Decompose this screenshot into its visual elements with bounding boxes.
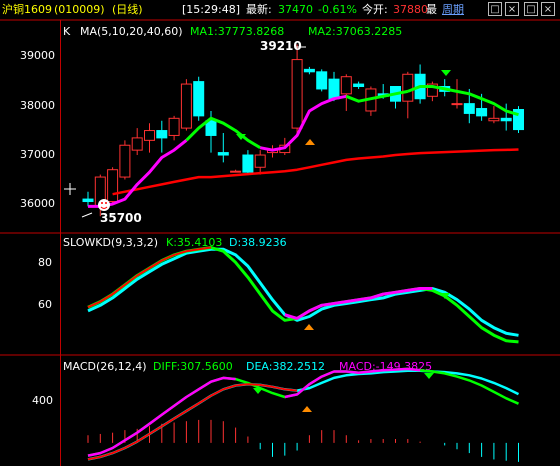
candle-body-17: [291, 59, 303, 129]
macd-diff-label: DIFF:307.5600: [153, 360, 233, 373]
macd-dea-label: DEA:382.2512: [246, 360, 325, 373]
chart-canvas: K MA(5,10,20,40,60) MA1:37773.8268 MA2:3…: [0, 19, 560, 466]
low-annotation: 35700: [81, 211, 142, 225]
kd-k-red-line: [87, 246, 212, 309]
candle-body-34: [500, 117, 512, 122]
ma2-label: MA2:37063.2285: [308, 25, 402, 38]
ma-params-label: MA(5,10,20,40,60): [80, 25, 183, 38]
macd-layer: [87, 367, 520, 462]
ma-fast-segment-2: [259, 94, 347, 152]
kd-y-tick-80: 80: [38, 256, 52, 269]
low-arrow-line: [81, 212, 93, 218]
macd-sell-arrow-icon-2: [424, 373, 434, 379]
kd-d-label: D:38.9236: [229, 236, 287, 249]
k-label: K: [63, 25, 71, 38]
macd-buy-arrow-icon: [302, 406, 312, 412]
candle-body-11: [217, 152, 229, 156]
candle-body-26: [402, 73, 414, 102]
kd-k-line: [87, 246, 519, 344]
ma-slow-line: [112, 148, 519, 196]
y-tick-37000: 37000: [20, 148, 55, 161]
candle-body-2: [107, 169, 119, 203]
macd-y-tick-400: 400: [32, 394, 53, 407]
low-value-label: 35700: [100, 211, 142, 225]
candle-body-18: [303, 68, 315, 73]
sell-arrow-icon-2: [441, 70, 451, 76]
kd-y-tick-60: 60: [38, 298, 52, 311]
macd-diff-line: [87, 367, 520, 457]
candle-body-3: [119, 144, 131, 178]
kd-buy-arrow-icon: [304, 324, 314, 330]
candle-body-20: [328, 78, 340, 100]
ma1-label: MA1:37773.8268: [190, 25, 284, 38]
candle-body-6: [156, 130, 168, 139]
smiley-icon: [98, 199, 110, 211]
macd-dea-red-line: [87, 383, 298, 461]
kd-layer: [87, 246, 519, 344]
high-annotation: 39210: [260, 39, 306, 53]
candle-body-12: [230, 170, 242, 173]
y-tick-36000: 36000: [20, 197, 55, 210]
candle-body-32: [476, 108, 488, 117]
macd-dea-line: [87, 369, 520, 461]
candle-body-33: [488, 117, 500, 122]
high-value-label: 39210: [260, 39, 302, 53]
candle-body-19: [316, 71, 328, 90]
kd-d-line: [87, 247, 519, 337]
y-tick-38000: 38000: [20, 99, 55, 112]
candle-body-0: [82, 198, 94, 203]
candle-body-14: [254, 154, 266, 168]
candle-body-7: [168, 117, 180, 136]
candle-body-13: [242, 154, 254, 173]
candle-body-30: [451, 103, 463, 106]
macd-sell-arrow-icon-1: [253, 388, 263, 394]
candle-body-4: [131, 137, 143, 151]
candle-body-9: [193, 81, 205, 117]
buy-arrow-icon-1: [305, 139, 315, 145]
candle-body-22: [353, 83, 365, 88]
candle-body-31: [463, 103, 475, 114]
candlestick-layer: [82, 44, 524, 217]
kd-title: SLOWKD(9,3,3,2): [63, 236, 158, 249]
candle-body-5: [144, 130, 155, 141]
candle-body-8: [180, 83, 192, 129]
macd-diff-magenta-line: [87, 376, 236, 457]
y-tick-39000: 39000: [20, 49, 55, 62]
crosshair-icon: [64, 183, 76, 195]
macd-diff-magenta-line-2: [284, 367, 421, 399]
macd-title: MACD(26,12,4): [63, 360, 147, 373]
candle-body-21: [340, 76, 352, 95]
